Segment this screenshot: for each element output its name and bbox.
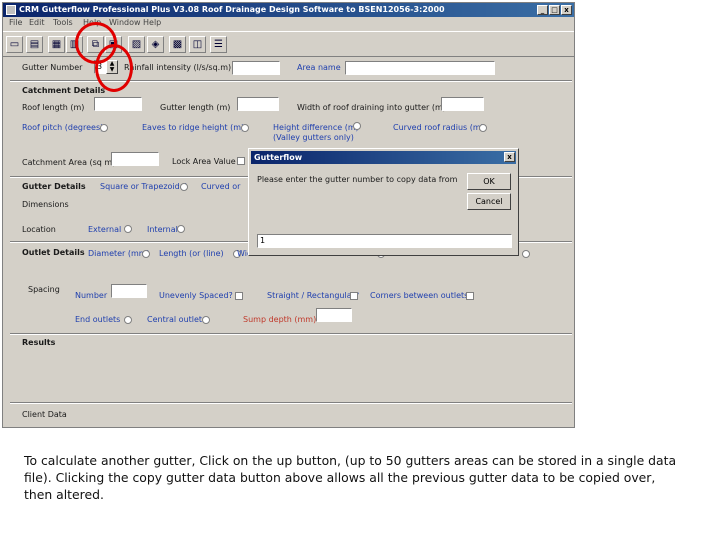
area-name-label: Area name: [297, 63, 341, 72]
dialog-prompt: Please enter the gutter number to copy d…: [257, 175, 458, 184]
rainfall-label: Rainfall intensity (l/s/sq.m): [124, 63, 232, 72]
lock-area-label: Lock Area Value: [172, 157, 236, 166]
internal-radio[interactable]: [177, 225, 185, 233]
roof-pitch-label: Roof pitch (degrees): [22, 123, 104, 132]
menu-edit[interactable]: Edit: [29, 18, 45, 27]
corners-label: Corners between outlets: [370, 291, 469, 300]
area-name-input[interactable]: [345, 61, 495, 75]
unevenly-label: Unevenly Spaced?: [159, 291, 233, 300]
roof-length-input[interactable]: [94, 97, 142, 111]
dialog-ok-button[interactable]: OK: [467, 173, 511, 190]
results-title: Results: [22, 338, 56, 347]
caption-text: To calculate another gutter, Click on th…: [24, 453, 677, 502]
calculator-icon[interactable]: ▩: [169, 36, 186, 53]
print2-icon[interactable]: ▨: [128, 36, 145, 53]
report-icon[interactable]: ◫: [189, 36, 206, 53]
open-icon[interactable]: ▭: [6, 36, 23, 53]
eaves-ridge-radio[interactable]: [241, 124, 249, 132]
central-outlets-radio[interactable]: [202, 316, 210, 324]
width-draining-label: Width of roof draining into gutter (m): [297, 103, 446, 112]
divider: [10, 333, 572, 335]
external-radio[interactable]: [124, 225, 132, 233]
sump-depth-label: Sump depth (mm): [243, 315, 317, 324]
height-diff-label: Height difference (m): [273, 123, 359, 132]
list-icon[interactable]: ☰: [210, 36, 227, 53]
end-outlets-radio[interactable]: [124, 316, 132, 324]
diameter-label: Diameter (mm): [88, 249, 150, 258]
height-diff-radio[interactable]: [353, 122, 361, 130]
curved-radius-radio[interactable]: [479, 124, 487, 132]
sump-depth-input[interactable]: [316, 308, 352, 322]
length-rect-label: Length (or (line): [159, 249, 224, 258]
highlight-circle-up-button: [95, 44, 133, 92]
dialog-gutter-input[interactable]: 1: [257, 234, 512, 248]
corners-checkbox[interactable]: [466, 292, 474, 300]
outlet-radio-4[interactable]: [522, 250, 530, 258]
copy-gutter-dialog: Gutterflow x Please enter the gutter num…: [248, 148, 519, 256]
height-diff-sub: (Valley gutters only): [273, 133, 354, 142]
dimensions-label: Dimensions: [22, 200, 69, 209]
diameter-radio[interactable]: [142, 250, 150, 258]
curved-radius-label: Curved roof radius (m): [393, 123, 484, 132]
outlet-number-input[interactable]: [111, 284, 147, 298]
internal-label: Internal: [147, 225, 178, 234]
rainfall-input[interactable]: [232, 61, 280, 75]
catchment-title: Catchment Details: [22, 86, 106, 95]
outlet-details-title: Outlet Details: [22, 248, 85, 257]
location-label: Location: [22, 225, 56, 234]
gutter-details-title: Gutter Details: [22, 182, 86, 191]
roof-pitch-radio[interactable]: [100, 124, 108, 132]
width-draining-input[interactable]: [441, 97, 484, 111]
straight-label: Straight / Rectangular?: [267, 291, 360, 300]
dialog-title: Gutterflow: [254, 153, 303, 162]
divider: [10, 402, 572, 404]
number-label: Number: [75, 291, 108, 300]
roof-length-label: Roof length (m): [22, 103, 85, 112]
client-data-title: Client Data: [22, 410, 67, 419]
menu-help[interactable]: Help: [143, 18, 161, 27]
menu-file[interactable]: File: [9, 18, 22, 27]
curved-or-label: Curved or: [201, 182, 241, 191]
lock-area-checkbox[interactable]: [237, 157, 245, 165]
divider: [10, 80, 572, 82]
straight-checkbox[interactable]: [350, 292, 358, 300]
eaves-ridge-label: Eaves to ridge height (m): [142, 123, 245, 132]
catchment-area-label: Catchment Area (sq m): [22, 158, 116, 167]
square-trap-radio[interactable]: [180, 183, 188, 191]
unevenly-checkbox[interactable]: [235, 292, 243, 300]
maximize-button[interactable]: □: [549, 5, 560, 15]
minimize-button[interactable]: _: [537, 5, 548, 15]
save-icon[interactable]: ▤: [26, 36, 43, 53]
external-label: External: [88, 225, 122, 234]
gutter-number-label: Gutter Number: [22, 63, 83, 72]
menu-tools[interactable]: Tools: [53, 18, 73, 27]
window-title: CRM Gutterflow Professional Plus V3.08 R…: [19, 5, 445, 14]
web-icon[interactable]: ◈: [147, 36, 164, 53]
catchment-area-input[interactable]: [111, 152, 159, 166]
close-button[interactable]: x: [561, 5, 572, 15]
gutter-length-input[interactable]: [237, 97, 279, 111]
spacing-label: Spacing: [28, 285, 60, 294]
print-icon[interactable]: ▦: [48, 36, 65, 53]
dialog-cancel-button[interactable]: Cancel: [467, 193, 511, 210]
app-icon: [6, 5, 16, 15]
end-outlets-label: End outlets: [75, 315, 121, 324]
central-outlets-label: Central outlets: [147, 315, 207, 324]
square-trap-label: Square or Trapezoidal: [100, 182, 187, 191]
gutter-length-label: Gutter length (m): [160, 103, 231, 112]
menu-window[interactable]: Window: [109, 18, 141, 27]
dialog-close-button[interactable]: x: [504, 152, 515, 162]
dialog-title-bar: Gutterflow x: [251, 151, 516, 164]
title-bar: CRM Gutterflow Professional Plus V3.08 R…: [3, 3, 574, 17]
